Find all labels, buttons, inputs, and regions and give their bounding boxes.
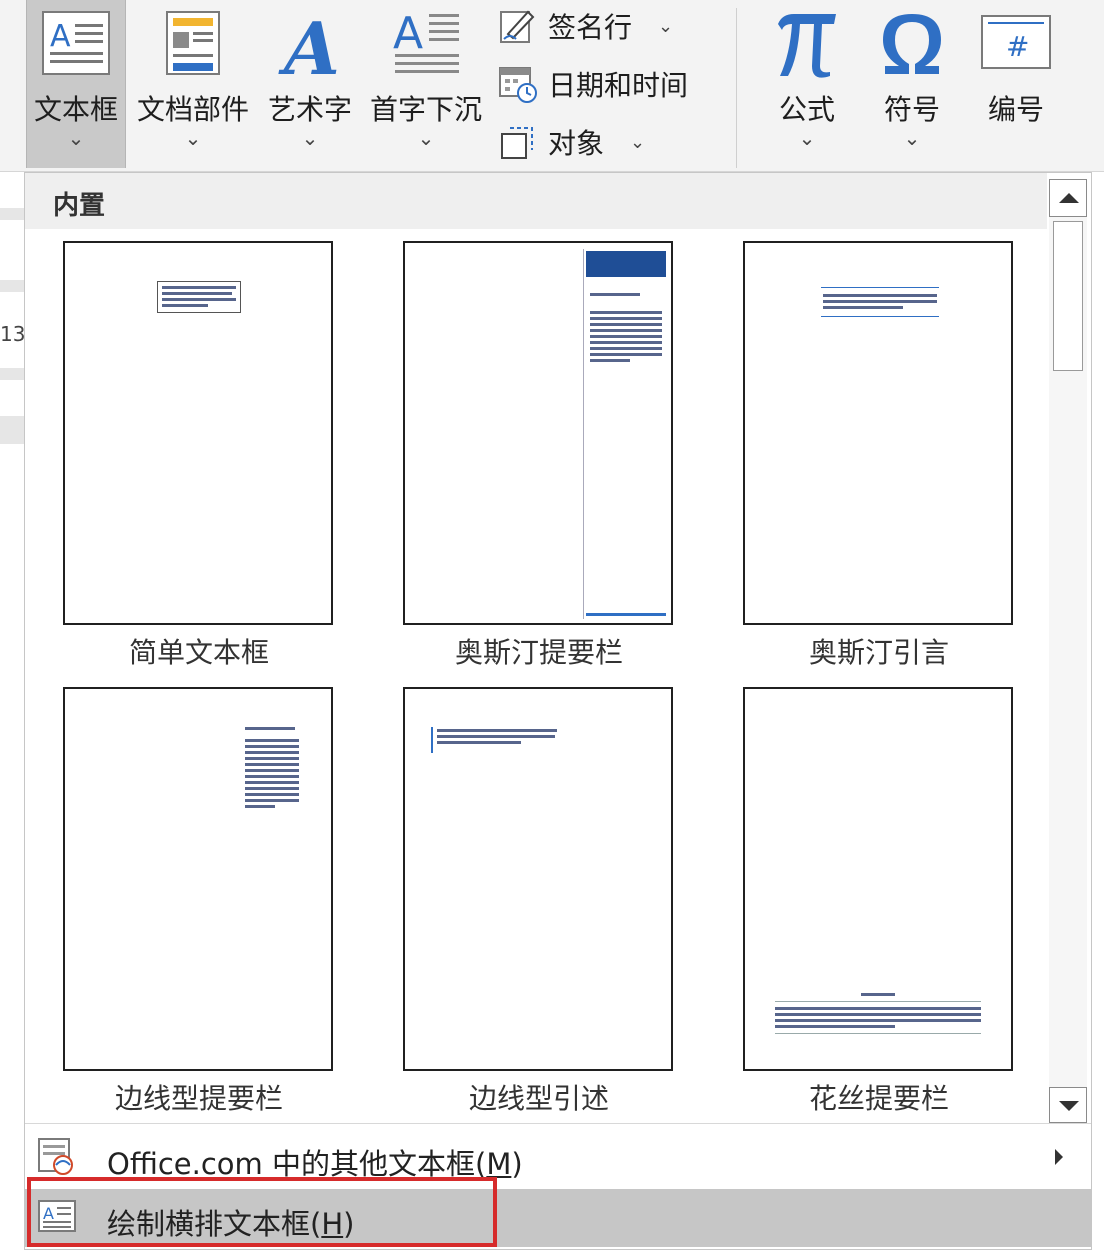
- gallery-caption: 简单文本框: [128, 636, 269, 669]
- preview-textbox: [157, 281, 241, 313]
- drop-cap-icon: A: [391, 8, 461, 84]
- preview-sidebar: [243, 725, 303, 825]
- drop-cap-label: 首字下沉: [369, 93, 482, 126]
- textbox-icon: A: [41, 8, 111, 82]
- pi-icon: [772, 8, 842, 84]
- chevron-down-icon: ⌄: [798, 126, 816, 150]
- svg-text:A: A: [50, 19, 71, 54]
- date-time-label: 日期和时间: [548, 69, 689, 102]
- wordart-label: 艺术字: [267, 93, 352, 126]
- signature-line-label: 签名行: [548, 11, 633, 44]
- chevron-down-icon: ⌄: [903, 126, 921, 150]
- gallery-item-austin-sidebar[interactable]: [403, 241, 673, 625]
- chevron-down-icon: ⌄: [184, 126, 202, 150]
- chevron-down-icon: ⌄: [301, 126, 319, 150]
- gallery-caption: 奥斯汀提要栏: [454, 636, 623, 669]
- section-title: 内置: [53, 191, 106, 221]
- number-label: 编号: [987, 93, 1044, 126]
- chevron-down-icon: ⌄: [417, 126, 435, 150]
- preview-sidebar: [583, 249, 667, 619]
- ruler-band: [0, 280, 24, 292]
- insert-ribbon: A 文本框 ⌄ 文档部件 ⌄ A 艺术字 ⌄ A 首字下沉 ⌄ 签名行 ⌄ 日期…: [0, 0, 1104, 172]
- textbox-label: 文本框: [33, 93, 118, 126]
- preview-quote: [821, 287, 939, 317]
- preview-quote: [431, 727, 557, 753]
- equation-label: 公式: [778, 93, 835, 126]
- wordart-button[interactable]: A 艺术字 ⌄: [262, 0, 358, 168]
- office-textbox-icon: [37, 1137, 77, 1177]
- scroll-down-button[interactable]: [1049, 1087, 1087, 1123]
- ruler-band: [0, 368, 24, 380]
- preview-sidebar: [775, 991, 981, 1045]
- quick-parts-button[interactable]: 文档部件 ⌄: [132, 0, 254, 168]
- chevron-right-icon: [1055, 1149, 1063, 1165]
- quick-parts-label: 文档部件: [136, 93, 249, 126]
- gallery-caption: 奥斯汀引言: [808, 636, 949, 669]
- number-button[interactable]: # 编号: [966, 0, 1066, 168]
- signature-line-icon: [498, 6, 538, 46]
- chevron-down-icon: ⌄: [67, 126, 85, 150]
- symbol-label: 符号: [883, 93, 940, 126]
- arrow-up-icon: [1059, 193, 1079, 203]
- omega-icon: [877, 8, 947, 84]
- chevron-down-icon: ⌄: [630, 131, 646, 153]
- scroll-up-button[interactable]: [1049, 179, 1087, 217]
- gallery-caption: 边线型引述: [468, 1082, 609, 1115]
- gallery-caption: 花丝提要栏: [808, 1082, 949, 1115]
- wordart-icon: A: [278, 6, 342, 91]
- gallery-item-sideline-sidebar[interactable]: [63, 687, 333, 1071]
- scroll-thumb[interactable]: [1053, 221, 1083, 371]
- ruler-band: [0, 416, 24, 444]
- object-label: 对象: [548, 127, 605, 160]
- textbox-button[interactable]: A 文本框 ⌄: [26, 0, 126, 168]
- gallery-item-simple-textbox[interactable]: [63, 241, 333, 625]
- object-button[interactable]: 对象 ⌄: [498, 116, 730, 168]
- chevron-down-icon: ⌄: [658, 15, 674, 37]
- gallery-item-sideline-quote[interactable]: [403, 687, 673, 1071]
- svg-text:#: #: [1006, 30, 1029, 63]
- gallery-item-filigree-sidebar[interactable]: [743, 687, 1013, 1071]
- ruler-band: [0, 208, 24, 220]
- number-icon: #: [980, 12, 1052, 76]
- equation-button[interactable]: 公式 ⌄: [758, 0, 856, 168]
- symbol-button[interactable]: 符号 ⌄: [862, 0, 962, 168]
- highlight-box: [27, 1177, 497, 1247]
- ruler-number: 13: [0, 322, 26, 346]
- date-time-icon: [498, 64, 538, 104]
- gallery-caption: 边线型提要栏: [114, 1082, 283, 1115]
- gallery-section-header: 内置: [25, 173, 1047, 229]
- signature-line-button[interactable]: 签名行 ⌄: [498, 0, 730, 52]
- textbox-gallery-dropdown: 内置 简单文本框 奥斯汀提要栏 奥斯汀引言 边线型提要栏 边线型引述 花丝提要栏…: [24, 172, 1092, 1250]
- menu-divider: [25, 1123, 1091, 1124]
- svg-text:A: A: [278, 8, 340, 80]
- quick-parts-icon: [163, 8, 223, 82]
- ribbon-separator: [736, 8, 737, 168]
- object-icon: [498, 122, 538, 162]
- svg-text:A: A: [393, 8, 423, 59]
- gallery-item-austin-quote[interactable]: [743, 241, 1013, 625]
- gallery-scrollbar[interactable]: [1049, 179, 1087, 1123]
- date-time-button[interactable]: 日期和时间: [498, 58, 730, 110]
- drop-cap-button[interactable]: A 首字下沉 ⌄: [362, 0, 490, 168]
- arrow-down-icon: [1059, 1101, 1079, 1111]
